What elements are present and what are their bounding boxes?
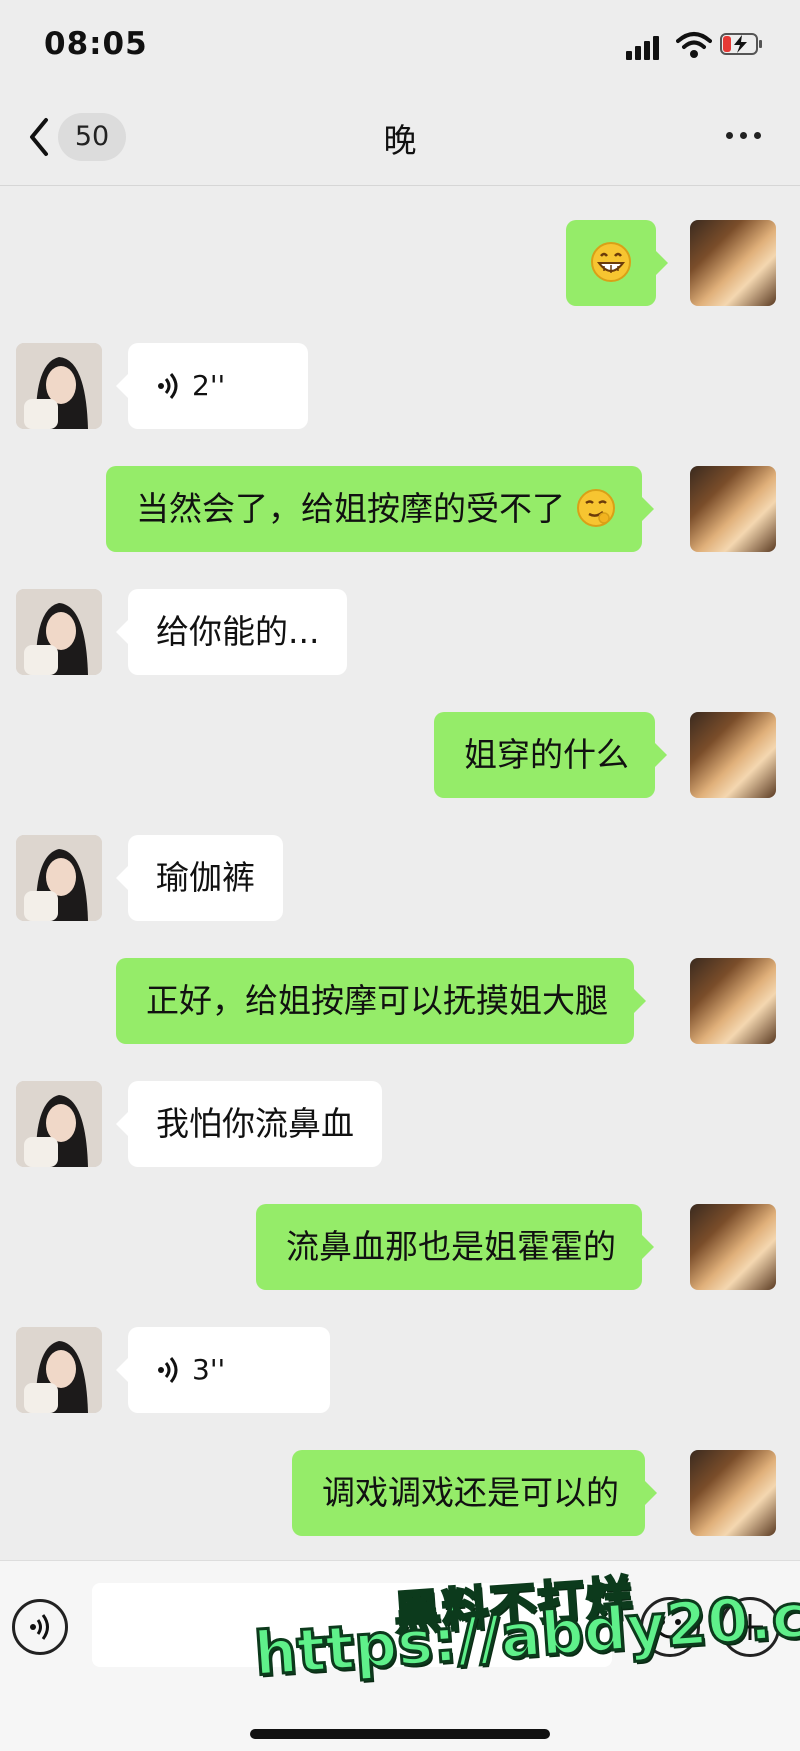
voice-message-icon	[158, 373, 178, 399]
voice-duration: 2''	[192, 369, 226, 402]
unread-count-badge[interactable]: 50	[58, 113, 126, 161]
more-options-icon[interactable]	[722, 120, 766, 150]
voice-input-button[interactable]	[12, 1599, 68, 1655]
received-message-bubble[interactable]: 瑜伽裤	[116, 835, 283, 921]
message-text: 瑜伽裤	[156, 858, 255, 897]
received-voice-bubble[interactable]: 2''	[116, 343, 308, 429]
contact-avatar-image	[16, 1327, 102, 1413]
sent-message-bubble[interactable]: 流鼻血那也是姐霍霍的	[256, 1204, 654, 1290]
contact-avatar-image	[16, 589, 102, 675]
sent-message-bubble[interactable]	[566, 220, 668, 306]
home-indicator	[250, 1729, 550, 1739]
my-avatar[interactable]	[690, 220, 776, 306]
contact-avatar-image	[16, 835, 102, 921]
grin-emoji-icon	[591, 241, 631, 282]
message-text: 流鼻血那也是姐霍霍的	[286, 1227, 616, 1266]
received-message-bubble[interactable]: 我怕你流鼻血	[116, 1081, 382, 1167]
contact-avatar[interactable]	[16, 589, 102, 675]
message-text: 我怕你流鼻血	[156, 1104, 354, 1143]
contact-avatar[interactable]	[16, 835, 102, 921]
voice-duration: 3''	[192, 1353, 226, 1386]
message-text: 正好，给姐按摩可以抚摸姐大腿	[146, 981, 608, 1020]
received-voice-bubble[interactable]: 3''	[116, 1327, 330, 1413]
status-time: 08:05	[44, 26, 148, 62]
smirk-emoji-icon	[576, 488, 615, 527]
contact-avatar[interactable]	[16, 1081, 102, 1167]
chat-title: 晚	[383, 121, 417, 160]
back-chevron-icon[interactable]	[24, 112, 54, 162]
contact-avatar-image	[16, 1081, 102, 1167]
my-avatar[interactable]	[690, 466, 776, 552]
sent-message-bubble[interactable]: 调戏调戏还是可以的	[292, 1450, 657, 1536]
voice-message-icon	[158, 1357, 178, 1383]
my-avatar[interactable]	[690, 1450, 776, 1536]
cellular-signal-icon	[626, 34, 666, 60]
chat-header: 50 晚	[0, 90, 800, 186]
wifi-icon	[676, 32, 712, 58]
contact-avatar[interactable]	[16, 1327, 102, 1413]
message-text: 姐穿的什么	[464, 735, 629, 774]
contact-avatar[interactable]	[16, 343, 102, 429]
my-avatar[interactable]	[690, 1204, 776, 1290]
battery-charging-icon	[720, 33, 762, 55]
sent-message-bubble[interactable]: 姐穿的什么	[434, 712, 667, 798]
received-message-bubble[interactable]: 给你能的...	[115, 589, 348, 675]
my-avatar[interactable]	[690, 712, 776, 798]
my-avatar[interactable]	[690, 958, 776, 1044]
voice-input-icon	[30, 1614, 49, 1640]
sent-message-bubble[interactable]: 当然会了，给姐按摩的受不了	[106, 466, 653, 552]
contact-avatar-image	[16, 343, 102, 429]
message-text: 给你能的...	[156, 612, 320, 651]
status-bar: 08:05	[0, 0, 800, 90]
message-text: 当然会了，给姐按摩的受不了	[136, 489, 565, 528]
message-text: 调戏调戏还是可以的	[322, 1473, 619, 1512]
sent-message-bubble[interactable]: 正好，给姐按摩可以抚摸姐大腿	[116, 958, 646, 1044]
